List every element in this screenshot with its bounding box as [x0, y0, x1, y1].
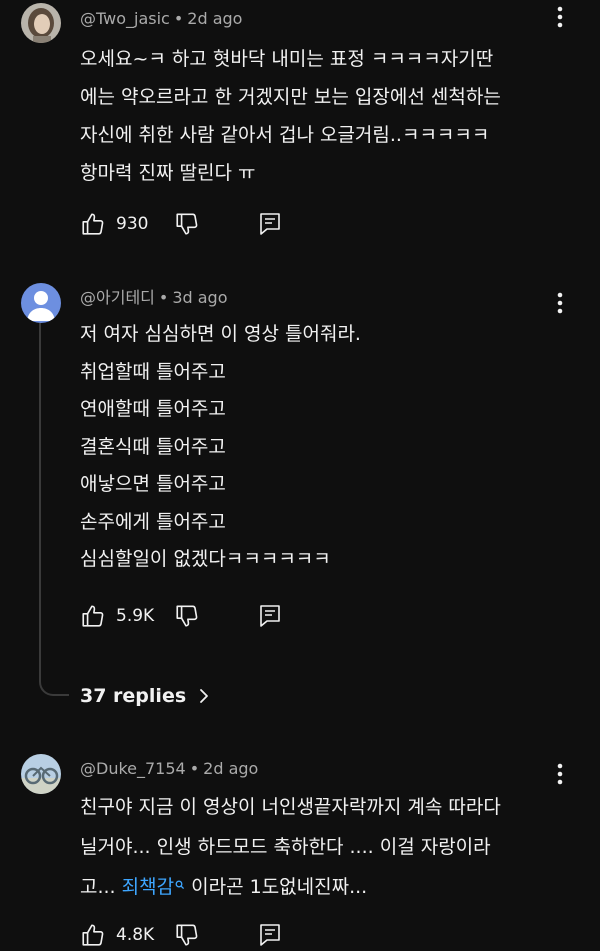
timestamp: 2d ago — [203, 759, 259, 778]
timestamp: 3d ago — [172, 288, 228, 307]
thumbs-down-icon — [176, 605, 198, 627]
user-photo-avatar — [21, 754, 61, 794]
author-name[interactable]: @Two_jasic — [80, 9, 170, 28]
comment-line: 닐거야... 인생 하드모드 축하한다 .... 이걸 자랑이라 — [80, 836, 491, 858]
comment-line: 취업할때 틀어주고 — [80, 360, 226, 383]
avatar[interactable] — [21, 754, 61, 794]
search-icon — [175, 867, 185, 907]
dislike-button[interactable] — [174, 921, 200, 949]
like-count: 930 — [116, 214, 149, 234]
more-options-button[interactable] — [549, 290, 571, 316]
chevron-right-icon — [198, 687, 210, 705]
comment-line: 저 여자 심심하면 이 영상 틀어줘라. — [80, 323, 361, 345]
like-count: 4.8K — [116, 925, 155, 945]
comment-meta: @아기테디 • 3d ago — [80, 287, 228, 309]
view-replies-button[interactable]: 37 replies — [80, 682, 210, 710]
reply-button[interactable] — [258, 210, 282, 238]
comments-page: @Two_jasic • 2d ago 오세요~ㅋ 하고 혓바닥 내미는 표정 ㅋㅋ… — [0, 0, 600, 951]
comment-line: 에는 약오르라고 한 거겠지만 보는 입장에선 센척하는 — [80, 86, 501, 108]
thread-line — [39, 323, 41, 679]
comment-line: 오세요~ㅋ 하고 혓바닥 내미는 표정 ㅋㅋㅋㅋ자기딴 — [80, 48, 494, 70]
thumbs-down-icon — [176, 924, 198, 946]
comment-line: 연애할때 틀어주고 — [80, 398, 226, 420]
thread-connector — [39, 660, 69, 696]
like-button[interactable]: 4.8K — [80, 921, 154, 949]
thumbs-down-icon — [176, 213, 198, 235]
avatar[interactable] — [21, 283, 61, 323]
comment-line: 결혼식때 틀어주고 — [80, 435, 226, 458]
separator: • — [158, 288, 169, 307]
separator: • — [173, 9, 184, 28]
comment-line: 친구야 지금 이 영상이 너인생끝자락까지 계속 따라다 — [80, 796, 501, 818]
separator: • — [189, 759, 200, 778]
comment-line: 애낳으면 틀어주고 — [80, 473, 226, 495]
more-vertical-icon — [557, 763, 563, 785]
comment-meta: @Duke_7154 • 2d ago — [80, 758, 258, 780]
comment-actions: 930 — [80, 210, 340, 238]
comment-meta: @Two_jasic • 2d ago — [80, 8, 242, 30]
more-options-button[interactable] — [549, 761, 571, 787]
author-name[interactable]: @Duke_7154 — [80, 759, 186, 778]
replies-count-label: 37 replies — [80, 685, 187, 707]
dislike-button[interactable] — [174, 602, 200, 630]
dislike-button[interactable] — [174, 210, 200, 238]
timestamp: 2d ago — [187, 9, 243, 28]
thumbs-up-icon — [82, 605, 104, 627]
search-link[interactable]: 죄책감 — [122, 876, 174, 898]
more-options-button[interactable] — [549, 4, 571, 30]
reply-button[interactable] — [258, 921, 282, 949]
comment-text: 친구야 지금 이 영상이 너인생끝자락까지 계속 따라다 닐거야... 인생 하… — [80, 787, 570, 907]
reply-icon — [260, 924, 280, 946]
avatar[interactable] — [21, 3, 61, 43]
comment-actions: 5.9K — [80, 602, 340, 630]
comment-line: 항마력 진짜 딸린다 ㅠ — [80, 162, 256, 184]
comment-line: 고... 죄책감 이라곤 1도없네진짜... — [80, 867, 570, 907]
like-button[interactable]: 5.9K — [80, 602, 154, 630]
reply-button[interactable] — [258, 602, 282, 630]
default-avatar-icon — [21, 283, 61, 323]
comment-actions: 4.8K — [80, 921, 340, 949]
user-photo-avatar — [21, 3, 61, 43]
comment-line: 자신에 취한 사람 같아서 겁나 오글거림..ㅋㅋㅋㅋㅋ — [80, 124, 490, 146]
more-vertical-icon — [557, 6, 563, 28]
reply-icon — [260, 605, 280, 627]
reply-icon — [260, 213, 280, 235]
comment-text: 오세요~ㅋ 하고 혓바닥 내미는 표정 ㅋㅋㅋㅋ자기딴 에는 약오르라고 한 거… — [80, 40, 570, 192]
like-count: 5.9K — [116, 606, 155, 626]
comment-line: 손주에게 틀어주고 — [80, 510, 226, 533]
comment-text: 저 여자 심심하면 이 영상 틀어줘라. 취업할때 틀어주고 연애할때 틀어주고… — [80, 316, 570, 579]
comment-text-segment: 고... — [80, 876, 122, 898]
thumbs-up-icon — [82, 213, 104, 235]
more-vertical-icon — [557, 292, 563, 314]
comment-line: 심심할일이 없겠다ㅋㅋㅋㅋㅋㅋ — [80, 548, 331, 570]
like-button[interactable]: 930 — [80, 210, 148, 238]
author-name[interactable]: @아기테디 — [80, 288, 155, 307]
comment-text-segment: 이라곤 1도없네진짜... — [185, 876, 368, 898]
thumbs-up-icon — [82, 924, 104, 946]
